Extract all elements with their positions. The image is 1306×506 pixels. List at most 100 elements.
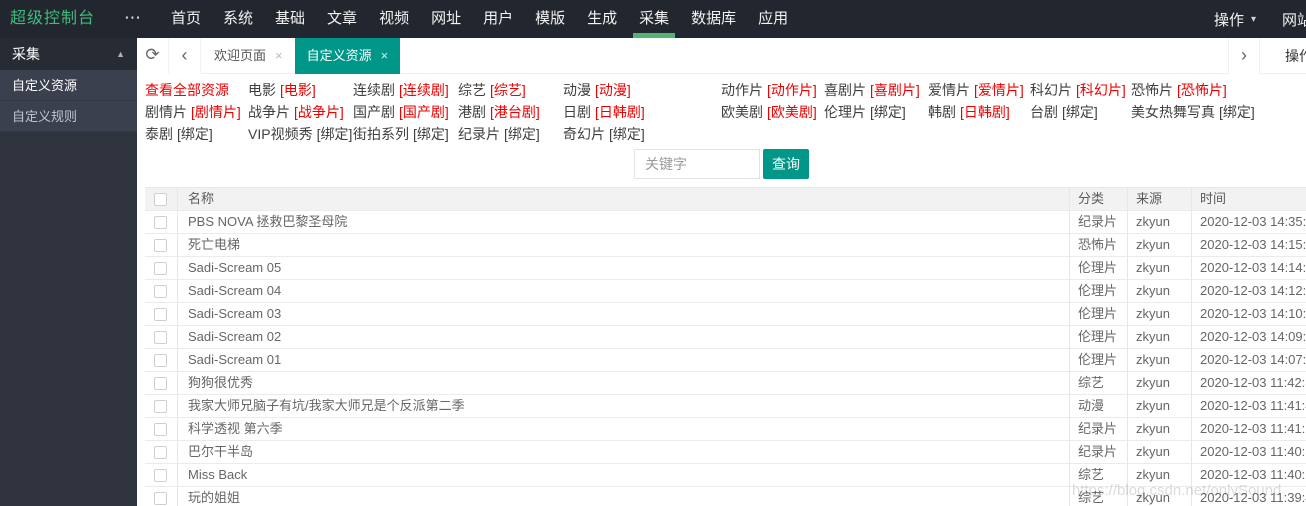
category-link[interactable]: 伦理片 [绑定] — [824, 102, 928, 122]
row-checkbox[interactable] — [154, 261, 167, 275]
nav-item-9[interactable]: 采集 — [631, 0, 677, 38]
table-row: Sadi-Scream 02伦理片zkyun 2020-12-03 14:09:0… — [145, 326, 1306, 349]
tab-operations-dropdown[interactable]: 操作 — [1285, 38, 1306, 74]
cell-time: 2020-12-03 11:39:49 — [1200, 490, 1306, 505]
tab-scroll-left-icon[interactable]: ‹ — [169, 38, 201, 74]
cell-name: Sadi-Scream 03 — [178, 303, 1070, 325]
select-all-checkbox[interactable] — [154, 192, 167, 206]
cell-name: PBS NOVA 拯救巴黎圣母院 — [178, 211, 1070, 233]
category-link[interactable]: 港剧 [港台剧] — [458, 102, 563, 122]
nav-item-6[interactable]: 用户 — [475, 0, 521, 38]
category-link[interactable]: 奇幻片 [绑定] — [563, 124, 721, 144]
table-row: Sadi-Scream 03伦理片zkyun 2020-12-03 14:10:4… — [145, 303, 1306, 326]
category-link[interactable]: 动漫 [动漫] — [563, 80, 721, 100]
nav-item-7[interactable]: 模版 — [527, 0, 573, 38]
category-link[interactable]: 恐怖片 [恐怖片] — [1131, 80, 1306, 100]
nav-item-4[interactable]: 视频 — [371, 0, 417, 38]
cell-category: 综艺 — [1070, 487, 1128, 506]
nav-item-0[interactable]: 首页 — [163, 0, 209, 38]
cell-name: 玩的姐姐 — [178, 487, 1070, 506]
category-link[interactable]: 美女热舞写真 [绑定] — [1131, 102, 1306, 122]
nav-action-dropdown[interactable]: 操作 — [1214, 9, 1244, 30]
nav-item-1[interactable]: 系统 — [215, 0, 261, 38]
refresh-icon[interactable]: ⟳ — [137, 38, 169, 74]
top-navbar: 超级控制台 ⋯ 首页 系统 基础 文章 视频 网址 用户 模版 生成 采集 数据库 应用 操作 ▾ 网… — [0, 0, 1306, 38]
row-checkbox[interactable] — [154, 422, 167, 436]
row-checkbox[interactable] — [154, 376, 167, 390]
cell-category: 纪录片 — [1070, 418, 1128, 440]
nav-site-link[interactable]: 网站首页 — [1282, 9, 1306, 30]
category-binding: [绑定] — [316, 126, 353, 142]
sidebar-item-1[interactable]: 自定义规则 — [0, 101, 137, 132]
cell-category: 伦理片 — [1070, 349, 1128, 371]
row-checkbox-cell — [145, 349, 178, 371]
row-checkbox[interactable] — [154, 445, 167, 459]
row-checkbox[interactable] — [154, 307, 167, 321]
keyword-input[interactable] — [634, 149, 760, 179]
cell-time: 2020-12-03 14:35:58 — [1200, 214, 1306, 229]
tab-strip: ⟳ ‹ 欢迎页面 × 自定义资源 × › 操作 — [137, 38, 1306, 74]
category-binding: [科幻片] — [1076, 82, 1126, 98]
sidebar-header-label: 采集 — [12, 46, 40, 62]
collapse-arrow-icon: ▲ — [116, 49, 125, 59]
tab-1[interactable]: 自定义资源 × — [294, 38, 401, 74]
cell-source: zkyun — [1128, 257, 1192, 279]
row-checkbox-cell — [145, 280, 178, 302]
row-checkbox[interactable] — [154, 353, 167, 367]
category-name: 台剧 — [1030, 104, 1058, 120]
category-link[interactable]: 剧情片 [剧情片] — [145, 102, 248, 122]
category-link[interactable]: 街拍系列 [绑定] — [353, 124, 458, 144]
nav-item-10[interactable]: 数据库 — [683, 0, 744, 38]
more-icon[interactable]: ⋯ — [124, 0, 141, 36]
category-link[interactable]: 电影 [电影] — [248, 80, 353, 100]
category-binding: [绑定] — [413, 126, 449, 142]
row-checkbox[interactable] — [154, 215, 167, 229]
category-link[interactable]: 泰剧 [绑定] — [145, 124, 248, 144]
category-link[interactable]: 战争片 [战争片] — [248, 102, 353, 122]
row-checkbox[interactable] — [154, 330, 167, 344]
category-link[interactable]: 纪录片 [绑定] — [458, 124, 563, 144]
nav-item-11[interactable]: 应用 — [750, 0, 796, 38]
category-link[interactable]: 国产剧 [国产剧] — [353, 102, 458, 122]
cell-source: zkyun — [1128, 395, 1192, 417]
tab-close-icon[interactable]: × — [275, 38, 283, 74]
nav-item-3[interactable]: 文章 — [319, 0, 365, 38]
nav-item-5[interactable]: 网址 — [423, 0, 469, 38]
category-link[interactable]: 喜剧片 [喜剧片] — [824, 80, 928, 100]
row-checkbox[interactable] — [154, 399, 167, 413]
search-button[interactable]: 查询 — [763, 149, 809, 179]
category-link[interactable]: 综艺 [综艺] — [458, 80, 563, 100]
row-checkbox-cell — [145, 234, 178, 256]
tab-0[interactable]: 欢迎页面 × — [202, 38, 295, 74]
row-checkbox[interactable] — [154, 468, 167, 482]
category-link[interactable]: 连续剧 [连续剧] — [353, 80, 458, 100]
category-link[interactable]: 爱情片 [爱情片] — [928, 80, 1030, 100]
row-checkbox[interactable] — [154, 284, 167, 298]
sidebar-menu: 自定义资源 自定义规则 — [0, 70, 137, 132]
category-binding: [绑定] — [609, 126, 645, 142]
tab-scroll-right-icon[interactable]: › — [1228, 38, 1260, 74]
nav-item-2[interactable]: 基础 — [267, 0, 313, 38]
category-link[interactable]: 韩剧 [日韩剧] — [928, 102, 1030, 122]
category-link[interactable]: 日剧 [日韩剧] — [563, 102, 721, 122]
category-link[interactable]: 查看全部资源 — [145, 80, 248, 100]
row-checkbox[interactable] — [154, 238, 167, 252]
category-link[interactable]: 科幻片 [科幻片] — [1030, 80, 1131, 100]
cell-time: 2020-12-03 14:12:42 — [1200, 283, 1306, 298]
row-checkbox[interactable] — [154, 491, 167, 505]
category-name: 查看全部资源 — [145, 82, 229, 98]
sidebar-header-caiji[interactable]: 采集 ▲ — [0, 38, 137, 70]
category-link[interactable]: 欧美剧 [欧美剧] — [721, 102, 824, 122]
sidebar-item-0[interactable]: 自定义资源 — [0, 70, 137, 101]
category-name: 伦理片 — [824, 104, 866, 120]
table-row: Sadi-Scream 01伦理片zkyun 2020-12-03 14:07:1… — [145, 349, 1306, 372]
category-link[interactable]: 动作片 [动作片] — [721, 80, 824, 100]
nav-item-8[interactable]: 生成 — [579, 0, 625, 38]
cell-source: zkyun — [1128, 372, 1192, 394]
cell-name: 死亡电梯 — [178, 234, 1070, 256]
category-link[interactable]: VIP视频秀 [绑定] — [248, 124, 353, 144]
cell-name: Sadi-Scream 04 — [178, 280, 1070, 302]
tab-close-icon[interactable]: × — [381, 38, 389, 74]
category-link[interactable]: 台剧 [绑定] — [1030, 102, 1131, 122]
table-row: Miss Back综艺zkyun 2020-12-03 11:40:22 — [145, 464, 1306, 487]
